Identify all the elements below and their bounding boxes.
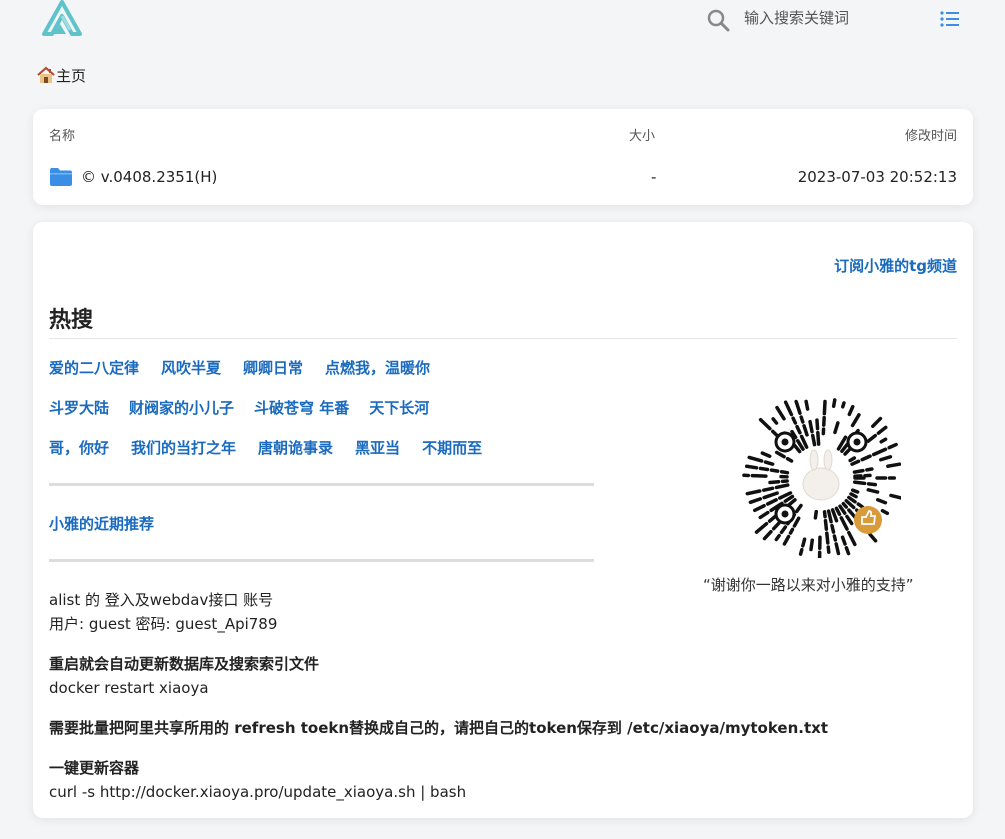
file-list-card: 名称 大小 修改时间 © v.0408.2351(H) - 2023-07-03… — [33, 109, 973, 205]
breadcrumb: 主页 — [37, 64, 86, 86]
hot-search-link[interactable]: 点燃我，温暖你 — [325, 357, 430, 378]
hot-search-link[interactable]: 财阀家的小儿子 — [129, 397, 234, 418]
file-size: - — [651, 168, 657, 186]
hot-search-link[interactable]: 卿卿日常 — [243, 357, 303, 378]
column-header-size[interactable]: 大小 — [629, 125, 655, 144]
info-block-token: 需要批量把阿里共享所用的 refresh toekn替换成自己的，请把自己的to… — [49, 716, 828, 740]
search-input[interactable] — [738, 4, 908, 32]
recommend-link[interactable]: 小雅的近期推荐 — [49, 513, 154, 534]
hot-search-link[interactable]: 斗破苍穹 年番 — [254, 397, 349, 418]
hot-search-link[interactable]: 风吹半夏 — [161, 357, 221, 378]
folder-icon — [50, 168, 72, 186]
hot-search-row: 斗罗大陆 财阀家的小儿子 斗破苍穹 年番 天下长河 — [49, 397, 449, 418]
hot-search-link[interactable]: 唐朝诡事录 — [258, 437, 333, 458]
qr-caption: “谢谢你一路以来对小雅的支持” — [703, 576, 914, 594]
file-name[interactable]: © v.0408.2351(H) — [81, 168, 217, 186]
column-header-name[interactable]: 名称 — [49, 125, 75, 144]
hot-search-link[interactable]: 哥，你好 — [49, 437, 109, 458]
info-block-update: 一键更新容器 curl -s http://docker.xiaoya.pro/… — [49, 756, 466, 804]
info-line: alist 的 登入及webdav接口 账号 — [49, 591, 274, 609]
top-header — [0, 0, 1005, 40]
info-block-account: alist 的 登入及webdav接口 账号 用户: guest 密码: gue… — [49, 588, 277, 636]
home-icon — [37, 66, 55, 83]
info-block-restart: 重启就会自动更新数据库及搜索索引文件 docker restart xiaoya — [49, 652, 319, 700]
hot-search-link[interactable]: 斗罗大陆 — [49, 397, 109, 418]
breadcrumb-home[interactable]: 主页 — [56, 65, 86, 86]
divider — [49, 559, 594, 562]
info-line: 用户: guest 密码: guest_Api789 — [49, 615, 278, 633]
tg-channel-link[interactable]: 订阅小雅的tg频道 — [834, 255, 957, 276]
hot-search-link[interactable]: 天下长河 — [369, 397, 429, 418]
hot-search-row: 哥，你好 我们的当打之年 唐朝诡事录 黑亚当 不期而至 — [49, 437, 504, 458]
column-header-modified[interactable]: 修改时间 — [905, 125, 957, 144]
hot-search-link[interactable]: 不期而至 — [422, 437, 482, 458]
file-modified: 2023-07-03 20:52:13 — [797, 168, 957, 186]
alist-logo-icon[interactable] — [40, 0, 84, 38]
search-icon[interactable] — [706, 8, 730, 32]
hot-search-link[interactable]: 我们的当打之年 — [131, 437, 236, 458]
qr-code-icon — [742, 398, 901, 558]
info-line: 重启就会自动更新数据库及搜索索引文件 — [49, 655, 320, 673]
divider — [49, 338, 957, 339]
hot-search-title: 热搜 — [49, 308, 94, 333]
info-line: curl -s http://docker.xiaoya.pro/update_… — [49, 783, 467, 801]
hot-search-link[interactable]: 爱的二八定律 — [49, 357, 139, 378]
readme-card: 订阅小雅的tg频道 热搜 爱的二八定律 风吹半夏 卿卿日常 点燃我，温暖你 斗罗… — [33, 222, 973, 818]
file-row[interactable]: © v.0408.2351(H) - 2023-07-03 20:52:13 — [33, 161, 973, 193]
list-menu-icon[interactable] — [940, 10, 960, 28]
info-line: 需要批量把阿里共享所用的 refresh toekn替换成自己的，请把自己的to… — [49, 719, 828, 737]
hot-search-row: 爱的二八定律 风吹半夏 卿卿日常 点燃我，温暖你 — [49, 357, 452, 378]
info-line: docker restart xiaoya — [49, 679, 209, 697]
info-line: 一键更新容器 — [49, 759, 140, 777]
divider — [49, 483, 594, 486]
hot-search-link[interactable]: 黑亚当 — [355, 437, 400, 458]
